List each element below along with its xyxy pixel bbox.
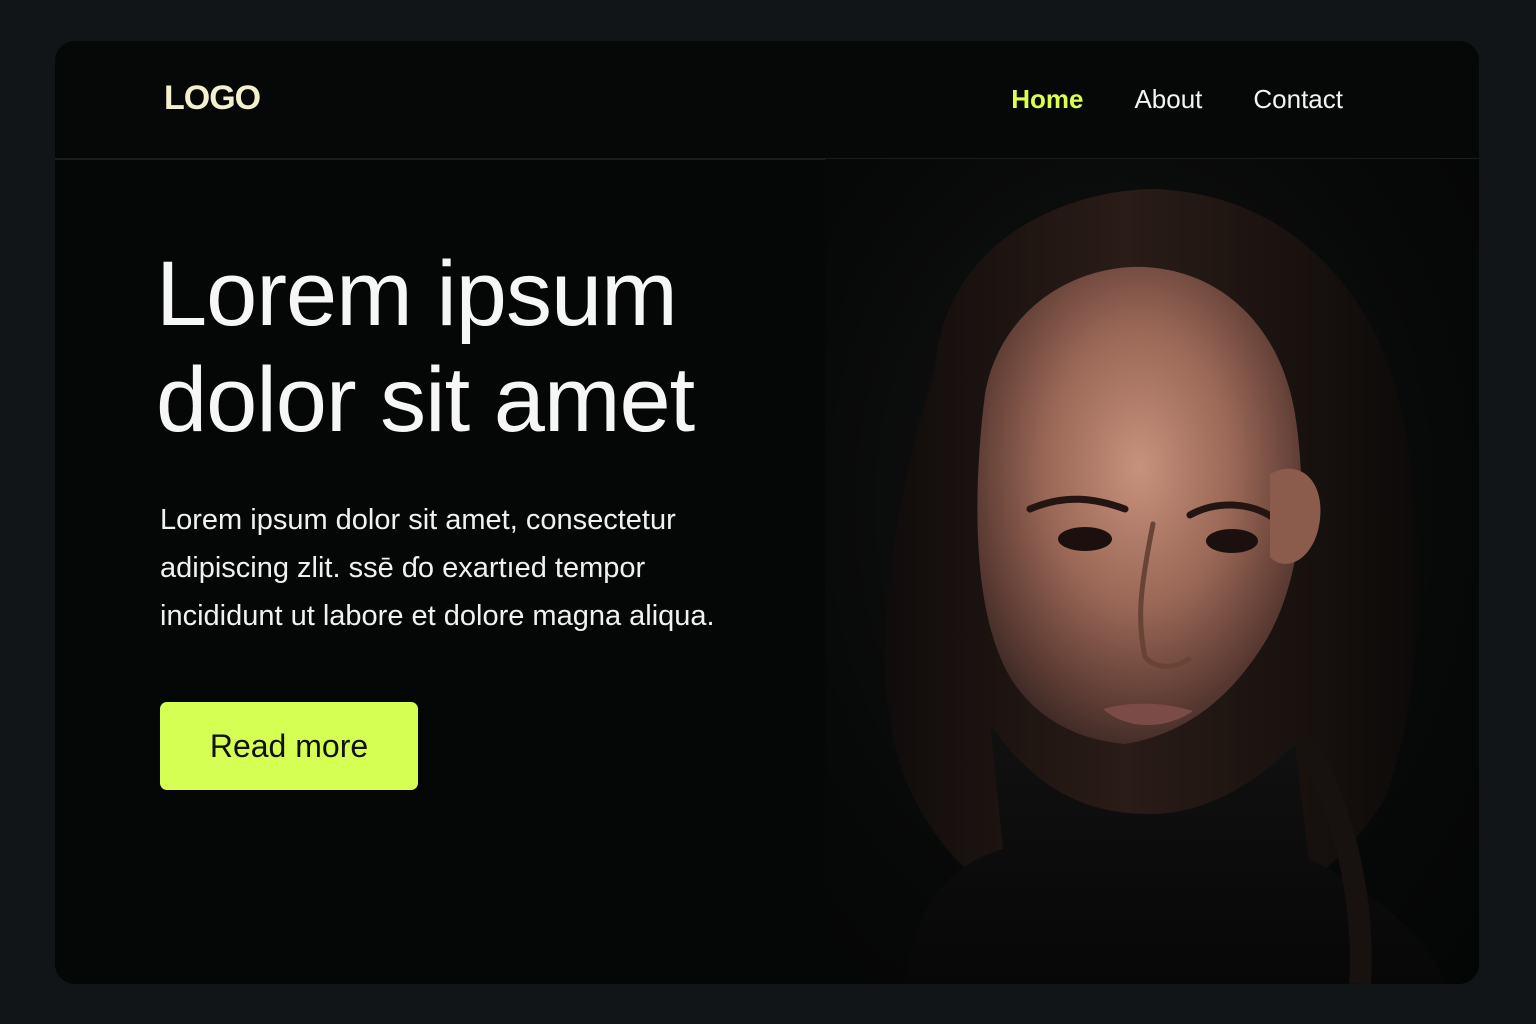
portrait-photo [825, 159, 1479, 984]
hero-title-line-1: Lorem ipsum [156, 243, 678, 345]
hero-title: Lorem ipsum dolor sit amet [156, 241, 836, 453]
logo[interactable]: LOGO [164, 79, 261, 118]
nav-about-link[interactable]: About [1134, 84, 1202, 115]
hero-description-line-1: Lorem ipsum dolor sit amet, consectetur [160, 504, 676, 536]
nav-home-link[interactable]: Home [1011, 84, 1083, 115]
nav-contact-link[interactable]: Contact [1253, 84, 1343, 115]
hero-description-line-2: adipiscing zlit. ssē ɗo exartıed tempor [160, 552, 646, 584]
read-more-button[interactable]: Read more [160, 702, 418, 790]
hero-description-line-3: incididunt ut labore et dolore magna ali… [160, 600, 715, 632]
hero-description: Lorem ipsum dolor sit amet, consectetur … [160, 496, 800, 640]
hero-title-line-2: dolor sit amet [156, 349, 695, 451]
header-navbar: LOGO Home About Contact [55, 41, 1479, 160]
main-nav: Home About Contact [1011, 84, 1343, 115]
page-frame: LOGO Home About Contact Lorem ipsum dolo… [55, 41, 1479, 984]
